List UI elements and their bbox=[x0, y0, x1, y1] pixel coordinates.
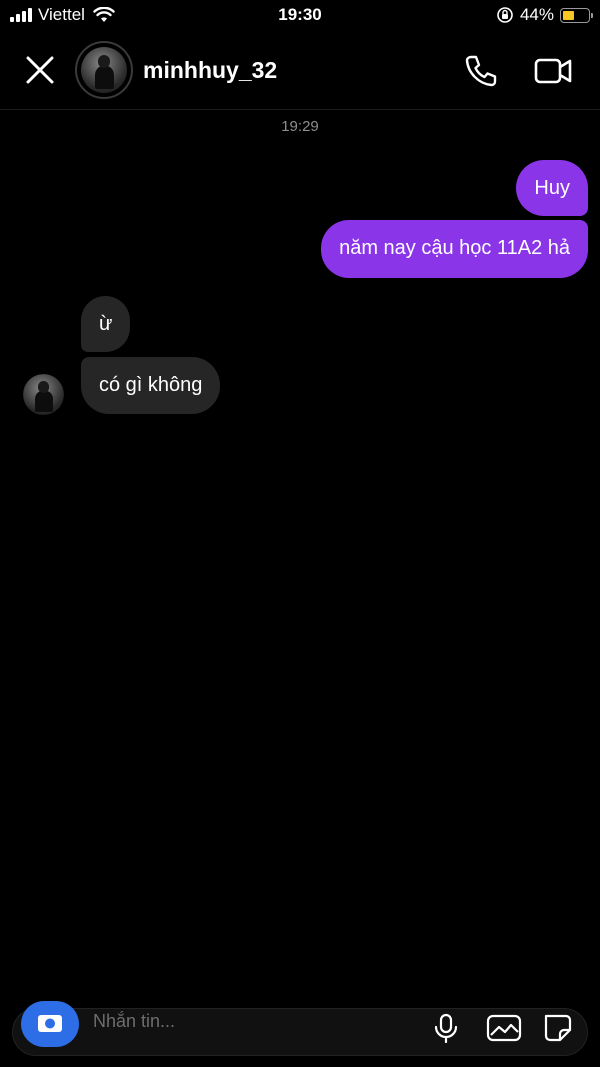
incoming-message[interactable]: có gì không bbox=[81, 357, 221, 414]
phone-icon bbox=[465, 55, 497, 87]
video-call-button[interactable] bbox=[533, 52, 573, 90]
message-composer bbox=[12, 1001, 588, 1056]
message-timestamp: 19:29 bbox=[281, 118, 319, 135]
direct-message-screen: Viettel 19:30 44% minhhuy_32 19:29 Huy n… bbox=[0, 0, 600, 1067]
carrier-name: Viettel bbox=[38, 5, 85, 24]
battery-percent: 44% bbox=[519, 5, 554, 24]
avatar[interactable] bbox=[75, 41, 133, 99]
signal-icon bbox=[10, 8, 32, 22]
gallery-icon bbox=[486, 1014, 522, 1042]
status-bar: Viettel 19:30 44% bbox=[0, 0, 600, 32]
avatar-image bbox=[81, 47, 127, 93]
chat-header: minhhuy_32 bbox=[0, 32, 600, 110]
camera-button[interactable] bbox=[21, 1001, 79, 1047]
avatar-image bbox=[23, 374, 64, 415]
outgoing-message[interactable]: năm nay cậu học 11A2 hả bbox=[321, 220, 588, 278]
microphone-button[interactable] bbox=[431, 1013, 461, 1044]
video-camera-icon bbox=[534, 58, 572, 84]
wifi-icon bbox=[93, 7, 115, 23]
outgoing-message[interactable]: Huy bbox=[516, 160, 588, 216]
status-right: 44% bbox=[496, 5, 593, 25]
voice-call-button[interactable] bbox=[462, 52, 500, 90]
incoming-message[interactable]: ừ bbox=[81, 296, 131, 352]
sender-avatar[interactable] bbox=[23, 374, 64, 415]
close-icon bbox=[26, 56, 54, 84]
rotation-lock-icon bbox=[496, 6, 514, 24]
sticker-button[interactable] bbox=[541, 1013, 575, 1043]
gallery-button[interactable] bbox=[485, 1013, 523, 1043]
close-button[interactable] bbox=[22, 52, 58, 88]
battery-fill bbox=[563, 10, 574, 20]
sticker-icon bbox=[544, 1014, 572, 1042]
chat-username[interactable]: minhhuy_32 bbox=[143, 57, 277, 84]
message-input[interactable] bbox=[93, 1011, 393, 1031]
status-left: Viettel bbox=[10, 5, 115, 25]
battery-icon bbox=[560, 7, 593, 23]
microphone-icon bbox=[434, 1013, 458, 1044]
camera-icon bbox=[38, 1015, 62, 1032]
